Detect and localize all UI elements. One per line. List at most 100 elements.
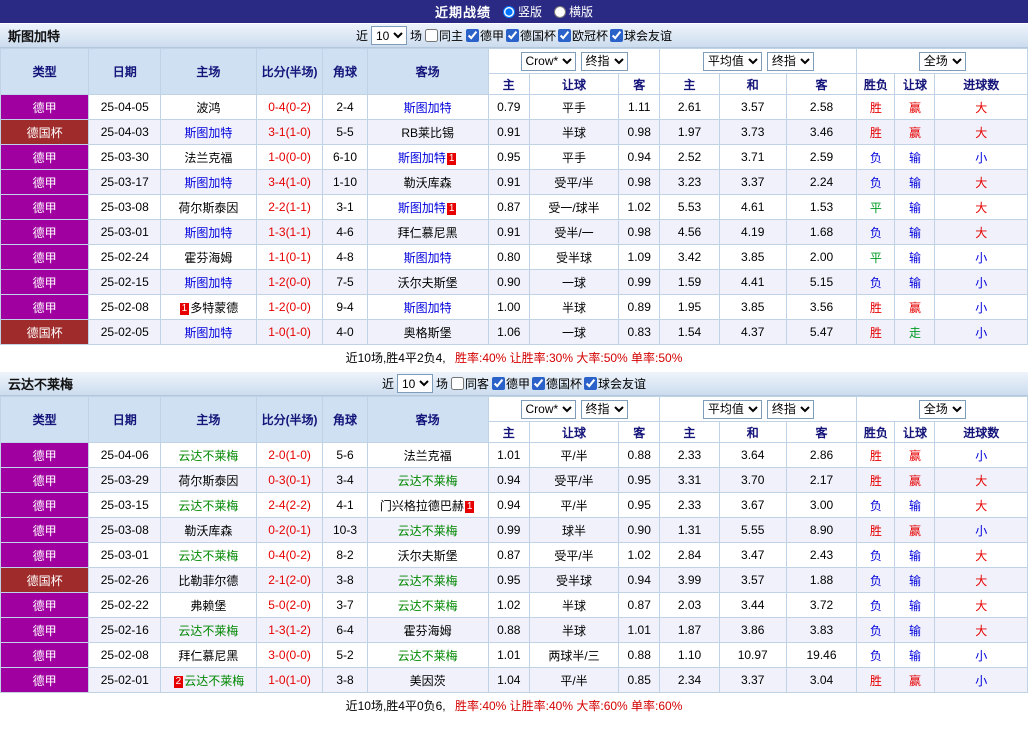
league-checkbox[interactable] bbox=[492, 377, 505, 390]
away-team-name: 勒沃库森 bbox=[403, 175, 452, 190]
league-filter[interactable]: 球会友谊 bbox=[610, 27, 672, 44]
matches-body: 德甲 25-04-06 云达不莱梅 2-0(1-0) 5-6 法兰克福 1.01… bbox=[0, 442, 1028, 693]
home-team-cell[interactable]: 斯图加特 bbox=[160, 319, 257, 345]
home-team-cell[interactable]: 比勒菲尔德 bbox=[160, 567, 257, 593]
home-team-cell[interactable]: 波鸿 bbox=[160, 94, 257, 120]
home-team-cell[interactable]: 云达不莱梅 bbox=[160, 442, 257, 468]
home-team-cell[interactable]: 斯图加特 bbox=[160, 119, 257, 145]
away-team-cell[interactable]: 云达不莱梅 bbox=[366, 467, 489, 493]
league-checkbox[interactable] bbox=[558, 29, 572, 42]
euro-home-odds: 1.87 bbox=[659, 617, 720, 643]
euro-draw-odds: 3.85 bbox=[718, 244, 787, 270]
euro-draw-odds: 3.57 bbox=[718, 567, 787, 593]
home-team-cell[interactable]: 斯图加特 bbox=[160, 269, 257, 295]
home-team-cell[interactable]: 弗赖堡 bbox=[160, 592, 257, 618]
away-team-cell[interactable]: 门兴格拉德巴赫 1 bbox=[366, 492, 489, 518]
league-checkbox[interactable] bbox=[532, 377, 546, 390]
layout-vertical-option[interactable]: 竖版 bbox=[502, 3, 542, 20]
euro-odds-time-select[interactable]: 终指 bbox=[766, 399, 814, 419]
same-venue-checkbox[interactable] bbox=[424, 29, 438, 42]
away-team-cell[interactable]: 沃尔夫斯堡 bbox=[366, 542, 489, 568]
away-team-name: 斯图加特 bbox=[403, 100, 452, 115]
euro-home-odds: 1.97 bbox=[659, 119, 720, 145]
away-team-cell[interactable]: 奥格斯堡 bbox=[366, 319, 489, 345]
same-venue-filter[interactable]: 同主 bbox=[424, 27, 463, 44]
euro-draw-odds: 10.97 bbox=[718, 642, 787, 668]
league-filter[interactable]: 德甲 bbox=[492, 375, 530, 392]
away-team-cell[interactable]: 美因茨 bbox=[366, 667, 489, 693]
average-select[interactable]: 平均值 bbox=[702, 51, 762, 71]
same-venue-filter[interactable]: 同客 bbox=[450, 375, 489, 392]
home-team-cell[interactable]: 云达不莱梅 bbox=[160, 617, 257, 643]
away-team-cell[interactable]: 云达不莱梅 bbox=[366, 517, 489, 543]
league-checkbox[interactable] bbox=[610, 29, 624, 42]
league-label: 德甲 bbox=[32, 275, 57, 290]
away-team-cell[interactable]: 斯图加特 bbox=[366, 294, 489, 320]
away-team-cell[interactable]: 斯图加特 1 bbox=[366, 194, 489, 220]
match-row: 德甲 25-04-05 波鸿 0-4(0-2) 2-4 斯图加特 0.79 平手… bbox=[0, 94, 1028, 120]
full-match-select[interactable]: 全场 bbox=[918, 51, 966, 71]
layout-horizontal-option[interactable]: 横版 bbox=[554, 3, 593, 20]
away-team-cell[interactable]: 云达不莱梅 bbox=[366, 592, 489, 618]
result-goals: 大 bbox=[934, 492, 1028, 518]
result-outcome: 平 bbox=[856, 194, 896, 220]
handicap-away-odds: 0.87 bbox=[618, 592, 661, 618]
handicap-odds-time-select[interactable]: 终指 bbox=[580, 399, 628, 419]
away-team-cell[interactable]: 勒沃库森 bbox=[366, 169, 489, 195]
away-team-cell[interactable]: 法兰克福 bbox=[366, 442, 489, 468]
league-checkbox[interactable] bbox=[465, 29, 479, 42]
euro-draw-odds: 4.61 bbox=[718, 194, 787, 220]
home-team-cell[interactable]: 云达不莱梅 bbox=[160, 492, 257, 518]
away-team-cell[interactable]: 斯图加特 bbox=[366, 244, 489, 270]
bookmaker-select[interactable]: Crow* bbox=[520, 51, 576, 71]
home-team-cell[interactable]: 1 多特蒙德 bbox=[160, 294, 257, 320]
euro-draw-odds: 3.44 bbox=[718, 592, 787, 618]
away-team-cell[interactable]: 霍芬海姆 bbox=[366, 617, 489, 643]
average-select[interactable]: 平均值 bbox=[702, 399, 762, 419]
result-goals: 小 bbox=[934, 442, 1028, 468]
away-team-cell[interactable]: 拜仁慕尼黑 bbox=[366, 219, 489, 245]
recent-count-select[interactable]: 10 bbox=[370, 26, 407, 45]
handicap-odds-time-select[interactable]: 终指 bbox=[580, 51, 628, 71]
home-team-cell[interactable]: 2 云达不莱梅 bbox=[160, 667, 257, 693]
handicap-away-odds: 0.88 bbox=[618, 442, 661, 468]
away-team-cell[interactable]: 云达不莱梅 bbox=[366, 567, 489, 593]
full-match-select[interactable]: 全场 bbox=[918, 399, 966, 419]
league-filter[interactable]: 德国杯 bbox=[506, 27, 556, 44]
handicap-home-odds: 0.94 bbox=[487, 467, 530, 493]
away-team-cell[interactable]: RB莱比锡 bbox=[366, 119, 489, 145]
result-handicap: 赢 bbox=[894, 467, 936, 493]
league-filter[interactable]: 德甲 bbox=[465, 27, 504, 44]
same-venue-checkbox[interactable] bbox=[450, 377, 464, 390]
home-team-cell[interactable]: 霍芬海姆 bbox=[160, 244, 257, 270]
away-team-cell[interactable]: 云达不莱梅 bbox=[366, 642, 489, 668]
away-team-cell[interactable]: 斯图加特 1 bbox=[366, 144, 489, 170]
vertical-radio[interactable] bbox=[502, 5, 515, 18]
league-filter[interactable]: 德国杯 bbox=[532, 375, 582, 392]
home-team-cell[interactable]: 法兰克福 bbox=[160, 144, 257, 170]
result-goals: 大 bbox=[934, 219, 1028, 245]
euro-odds-time-select[interactable]: 终指 bbox=[766, 51, 814, 71]
league-filter[interactable]: 欧冠杯 bbox=[558, 27, 608, 44]
away-team-cell[interactable]: 沃尔夫斯堡 bbox=[366, 269, 489, 295]
away-team-cell[interactable]: 斯图加特 bbox=[366, 94, 489, 120]
home-team-name: 荷尔斯泰因 bbox=[178, 200, 239, 215]
league-checkbox[interactable] bbox=[584, 377, 598, 390]
home-team-cell[interactable]: 拜仁慕尼黑 bbox=[160, 642, 257, 668]
euro-home-odds: 1.31 bbox=[659, 517, 720, 543]
league-filter[interactable]: 球会友谊 bbox=[584, 375, 646, 392]
home-team-cell[interactable]: 勒沃库森 bbox=[160, 517, 257, 543]
matches-table: 类型 日期 主场 比分(半场) 角球 客场 Crow* 终指 平均值 终指 全场… bbox=[0, 48, 1028, 345]
home-team-cell[interactable]: 斯图加特 bbox=[160, 219, 257, 245]
handicap-home-odds: 0.88 bbox=[487, 617, 530, 643]
away-team-name: 云达不莱梅 bbox=[397, 573, 458, 588]
league-checkbox[interactable] bbox=[506, 29, 519, 42]
horizontal-radio[interactable] bbox=[554, 5, 566, 18]
home-team-cell[interactable]: 荷尔斯泰因 bbox=[160, 467, 257, 493]
bookmaker-select[interactable]: Crow* bbox=[520, 399, 576, 419]
corner-cell: 5-2 bbox=[322, 642, 368, 668]
recent-count-select[interactable]: 10 bbox=[396, 374, 433, 393]
home-team-cell[interactable]: 荷尔斯泰因 bbox=[160, 194, 257, 220]
home-team-cell[interactable]: 斯图加特 bbox=[160, 169, 257, 195]
home-team-cell[interactable]: 云达不莱梅 bbox=[160, 542, 257, 568]
